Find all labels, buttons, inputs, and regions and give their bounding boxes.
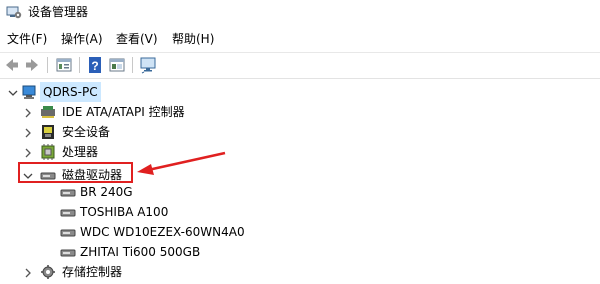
- chevron-down-icon[interactable]: [6, 85, 20, 99]
- svg-text:?: ?: [91, 59, 98, 73]
- security-device-icon: [40, 124, 56, 140]
- menu-bar: 文件(F) 操作(A) 查看(V) 帮助(H): [0, 30, 600, 50]
- storage-controller-icon: [40, 264, 56, 280]
- chevron-right-icon[interactable]: [21, 105, 35, 119]
- tree-item-label: WDC WD10EZEX-60WN4A0: [80, 225, 245, 239]
- menu-view[interactable]: 查看(V): [116, 30, 158, 48]
- annotation-highlight-box: [18, 162, 133, 183]
- menu-file[interactable]: 文件(F): [7, 30, 47, 48]
- disk-drive-icon: [60, 204, 76, 220]
- computer-icon: [22, 84, 38, 100]
- processor-icon: [40, 144, 56, 160]
- tree-item-label: IDE ATA/ATAPI 控制器: [62, 105, 185, 119]
- monitor-icon[interactable]: [139, 56, 157, 74]
- tree-item-disk-br240g[interactable]: BR 240G: [0, 182, 600, 202]
- tree-item-disk-zhitai[interactable]: ZHITAI Ti600 500GB: [0, 242, 600, 262]
- tree-item-label: 安全设备: [62, 125, 111, 139]
- toolbar-separator: [79, 57, 80, 73]
- chevron-right-icon[interactable]: [21, 125, 35, 139]
- view-icon[interactable]: [108, 56, 126, 74]
- device-manager-icon: [6, 4, 22, 20]
- tree-item-security-devices[interactable]: 安全设备: [0, 122, 600, 142]
- tree-item-label: 处理器: [62, 145, 99, 159]
- tree-item-disk-toshiba[interactable]: TOSHIBA A100: [0, 202, 600, 222]
- toolbar: ?: [0, 52, 600, 77]
- back-arrow-icon[interactable]: [3, 56, 21, 74]
- disk-drive-icon: [60, 224, 76, 240]
- toolbar-separator: [132, 57, 133, 73]
- tree-item-label: 存储控制器: [62, 265, 123, 279]
- menu-action[interactable]: 操作(A): [61, 30, 103, 48]
- forward-arrow-icon[interactable]: [23, 56, 41, 74]
- tree-item-label: TOSHIBA A100: [80, 205, 169, 219]
- disk-drive-icon: [60, 184, 76, 200]
- tree-item-processors[interactable]: 处理器: [0, 142, 600, 162]
- ide-controller-icon: [40, 104, 56, 120]
- tree-root[interactable]: QDRS-PC: [0, 82, 600, 102]
- disk-drive-icon: [60, 244, 76, 260]
- properties-icon[interactable]: [55, 56, 73, 74]
- tree-item-label: BR 240G: [80, 185, 133, 199]
- chevron-right-icon[interactable]: [21, 145, 35, 159]
- tree-item-label: ZHITAI Ti600 500GB: [80, 245, 201, 259]
- tree-item-ide-controller[interactable]: IDE ATA/ATAPI 控制器: [0, 102, 600, 122]
- tree-item-disk-wdc[interactable]: WDC WD10EZEX-60WN4A0: [0, 222, 600, 242]
- title-bar: 设备管理器: [0, 0, 600, 26]
- chevron-right-icon[interactable]: [21, 265, 35, 279]
- menu-help[interactable]: 帮助(H): [172, 30, 214, 48]
- tree-root-label: QDRS-PC: [40, 82, 101, 102]
- toolbar-separator: [47, 57, 48, 73]
- help-icon[interactable]: ?: [86, 56, 104, 74]
- tree-item-storage-controllers[interactable]: 存储控制器: [0, 262, 600, 282]
- window-title: 设备管理器: [28, 5, 89, 19]
